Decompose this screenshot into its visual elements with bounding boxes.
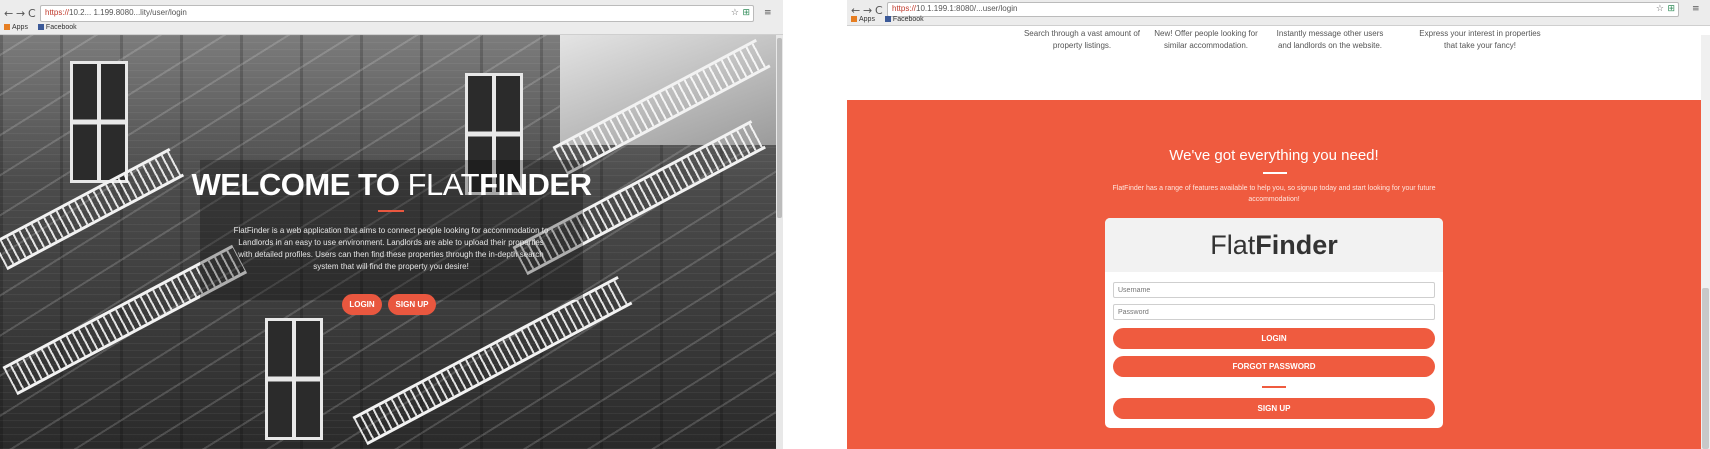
login-button[interactable]: LOGIN [342, 294, 382, 315]
login-button[interactable]: LOGIN [1113, 328, 1435, 349]
hero-description: FlatFinder is a web application that aim… [233, 226, 549, 271]
feature-search: Search through a vast amount of property… [1023, 29, 1141, 50]
scrollbar-thumb[interactable] [1702, 288, 1709, 449]
menu-icon[interactable]: ≡ [1692, 4, 1700, 14]
feature-offer: New! Offer people looking for similar ac… [1154, 29, 1258, 50]
browser-toolbar: ← → C https://10.1.199.1:8080/...user/lo… [847, 0, 1710, 26]
section-heading: We've got everything you need! [1169, 147, 1379, 164]
bookmark-facebook[interactable]: Facebook [37, 24, 77, 31]
facebook-icon [37, 24, 44, 31]
url-text: https://10.1.199.1:8080/...user/login [892, 4, 1018, 13]
browser-toolbar: ← → C https://10.2... 1.199.8080...lity/… [0, 0, 783, 35]
hero-title: WELCOME TO FLATFINDER [191, 167, 593, 202]
facebook-icon [884, 16, 891, 23]
apps-icon [4, 24, 10, 31]
bookmark-apps[interactable]: Apps [4, 24, 28, 31]
bookmarks-bar: Apps Facebook [851, 15, 932, 25]
signup-section: We've got everything you need! FlatFinde… [847, 100, 1701, 449]
address-bar[interactable]: https://10.1.199.1:8080/...user/login ☆ … [887, 2, 1679, 17]
building-window [265, 318, 323, 440]
forgot-password-button[interactable]: FORGOT PASSWORD [1113, 356, 1435, 377]
card-divider [1262, 386, 1286, 388]
star-icon[interactable]: ☆ [731, 8, 739, 18]
hero-divider [378, 210, 404, 212]
signup-button[interactable]: SIGN UP [388, 294, 436, 315]
address-bar[interactable]: https://10.2... 1.199.8080...lity/user/l… [40, 5, 754, 22]
right-browser-window: ← → C https://10.1.199.1:8080/...user/lo… [847, 0, 1710, 449]
apps-icon [851, 16, 857, 23]
scrollbar-thumb[interactable] [777, 38, 782, 218]
password-input[interactable] [1113, 304, 1435, 320]
bookmark-facebook[interactable]: Facebook [884, 16, 924, 23]
section-subtext: FlatFinder has a range of features avail… [1112, 185, 1436, 203]
star-icon[interactable]: ☆ [1656, 4, 1664, 14]
features-section: Search through a vast amount of property… [847, 26, 1710, 100]
section-divider [1263, 172, 1287, 174]
url-text: https://10.2... 1.199.8080...lity/user/l… [45, 8, 187, 17]
username-input[interactable] [1113, 282, 1435, 298]
signup-button[interactable]: SIGN UP [1113, 398, 1435, 419]
bookmarks-bar: Apps Facebook [4, 23, 85, 33]
feature-message: Instantly message other users and landlo… [1276, 29, 1384, 50]
reload-button[interactable]: C [28, 8, 36, 19]
extension-icon[interactable]: ⊞ [1667, 4, 1675, 14]
extension-icon[interactable]: ⊞ [742, 8, 750, 18]
feature-interest: Express your interest in properties that… [1419, 29, 1541, 50]
menu-icon[interactable]: ≡ [764, 8, 772, 18]
brand-logo: FlatFinder [1210, 230, 1338, 260]
bookmark-apps[interactable]: Apps [851, 16, 875, 23]
back-button[interactable]: ← [4, 8, 13, 19]
left-browser-window: ← → C https://10.2... 1.199.8080...lity/… [0, 0, 783, 449]
login-card: FlatFinder LOGIN FORGOT PASSWORD SIGN UP [1105, 218, 1443, 428]
forward-button[interactable]: → [16, 8, 25, 19]
building-window [70, 61, 128, 183]
